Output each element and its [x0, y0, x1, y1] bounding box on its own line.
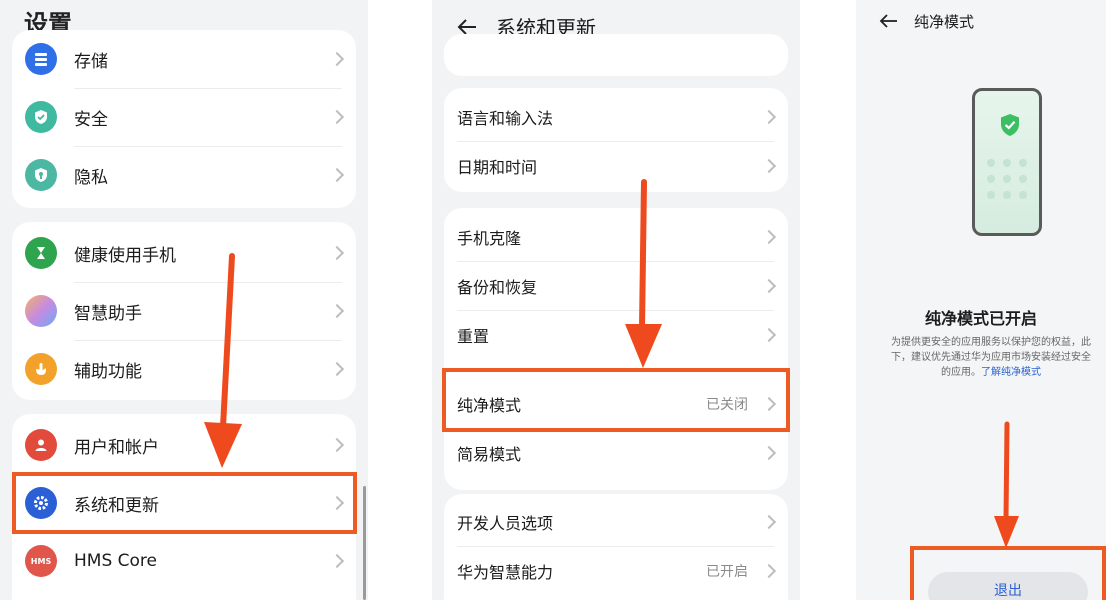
settings-item-label: 辅助功能 [74, 361, 142, 382]
arrow-down-icon [625, 179, 662, 368]
hms-icon: HMS [25, 545, 57, 577]
chevron-right-icon [329, 167, 345, 183]
settings-item-label: 语言和输入法 [457, 108, 554, 128]
chevron-right-icon [761, 158, 777, 173]
highlight-box [12, 472, 357, 534]
storage-icon [25, 43, 57, 75]
chevron-right-icon [761, 563, 777, 578]
chevron-right-icon [761, 109, 777, 124]
chevron-right-icon [329, 553, 345, 569]
settings-item-assistant[interactable]: 智慧助手 [12, 282, 356, 340]
chevron-right-icon [329, 361, 345, 377]
chevron-right-icon [761, 445, 777, 460]
settings-item-label: 备份和恢复 [457, 277, 538, 297]
security-shield-icon [25, 101, 57, 133]
settings-panel: 设置 存储 安全 隐私 健康使用手机 智慧助手 辅助功能 用户和帐户 系统和更新… [0, 0, 368, 600]
description-line: 的应用。 [941, 367, 981, 378]
chevron-right-icon [761, 514, 777, 529]
arrow-down-icon [204, 253, 242, 468]
description-line: 为提供更安全的应用服务以保护您的权益，此 [891, 337, 1091, 348]
chevron-right-icon [761, 229, 777, 244]
settings-item-security[interactable]: 安全 [12, 88, 356, 146]
page-title: 纯净模式 [914, 12, 975, 31]
settings-item-simple-mode[interactable]: 简易模式 [444, 428, 788, 477]
settings-item-label: 手机克隆 [457, 228, 522, 248]
settings-item-huawei-ai[interactable]: 华为智慧能力 已开启 [444, 546, 788, 595]
settings-item-label: 简易模式 [457, 444, 522, 464]
settings-group-1: 语言和输入法 日期和时间 [444, 88, 788, 192]
settings-group-4: 开发人员选项 华为智慧能力 已开启 [444, 494, 788, 600]
phone-illustration [972, 88, 1042, 236]
keypad-dots [987, 159, 1027, 199]
settings-item-label: 日期和时间 [457, 157, 538, 177]
settings-group-1: 存储 安全 隐私 [12, 30, 356, 208]
highlight-box [910, 546, 1106, 600]
hourglass-icon [25, 237, 57, 269]
shield-check-icon [1001, 114, 1019, 136]
settings-group-2: 手机克隆 备份和恢复 重置 纯净模式 已关闭 简易模式 [444, 208, 788, 490]
chevron-right-icon [761, 327, 777, 342]
settings-item-digital-balance[interactable]: 健康使用手机 [12, 224, 356, 282]
settings-item-label: 存储 [74, 51, 108, 72]
settings-item-label: 隐私 [74, 167, 108, 188]
description: 为提供更安全的应用服务以保护您的权益，此 下，建议优先通过华为应用市场安装经过安… [876, 335, 1106, 380]
chevron-right-icon [329, 303, 345, 319]
settings-item-reset[interactable]: 重置 [444, 310, 788, 359]
status-heading: 纯净模式已开启 [924, 309, 1037, 328]
settings-item-label: 安全 [74, 109, 108, 130]
chevron-right-icon [761, 278, 777, 293]
arrow-down-icon [994, 421, 1019, 548]
assistant-orb-icon [25, 295, 57, 327]
learn-more-link[interactable]: 了解纯净模式 [981, 367, 1041, 378]
settings-item-accessibility[interactable]: 辅助功能 [12, 340, 356, 398]
settings-item-label: 华为智慧能力 [457, 562, 554, 582]
settings-item-label: 开发人员选项 [457, 513, 554, 533]
highlight-box [442, 368, 790, 432]
chevron-right-icon [329, 109, 345, 125]
chevron-right-icon [329, 51, 345, 67]
settings-item-language-input[interactable]: 语言和输入法 [444, 92, 788, 141]
settings-item-developer-options[interactable]: 开发人员选项 [444, 497, 788, 546]
user-icon [25, 429, 57, 461]
pure-mode-panel: 纯净模式 纯净模式已开启 为提供更安全的应用服务以保护您的权益，此 下，建议优先… [856, 0, 1106, 600]
back-arrow-icon[interactable] [878, 10, 900, 32]
settings-item-storage[interactable]: 存储 [12, 30, 356, 88]
settings-item-hms-core[interactable]: HMS HMS Core [12, 532, 356, 590]
settings-item-users[interactable]: 用户和帐户 [12, 416, 356, 474]
settings-item-label: 重置 [457, 326, 490, 346]
accessibility-hand-icon [25, 353, 57, 385]
privacy-shield-icon [25, 159, 57, 191]
chevron-right-icon [329, 245, 345, 261]
chevron-right-icon [329, 437, 345, 453]
settings-item-phone-clone[interactable]: 手机克隆 [444, 212, 788, 261]
settings-item-label: 健康使用手机 [74, 245, 176, 266]
settings-item-date-time[interactable]: 日期和时间 [444, 141, 788, 190]
settings-group-2: 健康使用手机 智慧助手 辅助功能 [12, 222, 356, 400]
header: 纯净模式 [878, 10, 974, 32]
settings-item-label: 用户和帐户 [74, 437, 159, 458]
description-line: 下，建议优先通过华为应用市场安装经过安全 [891, 352, 1091, 363]
scrollbar[interactable] [363, 486, 366, 600]
settings-item-backup-restore[interactable]: 备份和恢复 [444, 261, 788, 310]
settings-item-privacy[interactable]: 隐私 [12, 146, 356, 204]
settings-group-hidden [444, 34, 788, 76]
system-update-panel: 系统和更新 语言和输入法 日期和时间 手机克隆 备份和恢复 重置 纯净模式 已关… [432, 0, 800, 600]
settings-item-label: 智慧助手 [74, 303, 142, 324]
status-value: 已开启 [706, 563, 748, 580]
settings-item-label: HMS Core [74, 551, 157, 571]
